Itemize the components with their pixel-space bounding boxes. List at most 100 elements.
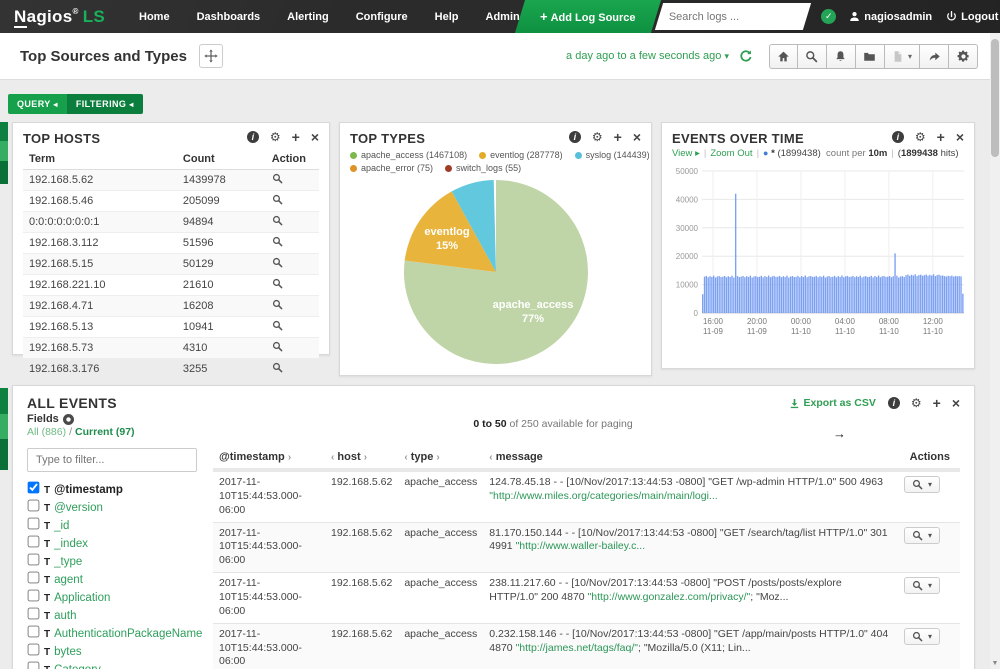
bar[interactable]: [788, 278, 789, 314]
field-checkbox[interactable]: [28, 518, 40, 530]
bar[interactable]: [953, 277, 954, 313]
bar[interactable]: [717, 277, 718, 313]
host-search-action[interactable]: [272, 362, 283, 373]
nav-item-admin[interactable]: Admin: [486, 11, 520, 23]
bar[interactable]: [955, 276, 956, 313]
bar[interactable]: [795, 277, 796, 313]
bar[interactable]: [915, 274, 916, 313]
bar[interactable]: [830, 277, 831, 313]
bar[interactable]: [740, 277, 741, 313]
bar[interactable]: [827, 277, 828, 313]
settings-button[interactable]: [949, 44, 978, 69]
bar[interactable]: [861, 278, 862, 314]
bar[interactable]: [720, 277, 721, 313]
bar[interactable]: [766, 277, 767, 313]
event-row[interactable]: 2017-11-10T15:44:53.000-06:00192.168.5.6…: [213, 470, 960, 522]
event-row[interactable]: 2017-11-10T15:44:53.000-06:00192.168.5.6…: [213, 573, 960, 624]
nav-item-dashboards[interactable]: Dashboards: [197, 11, 261, 23]
event-actions-button[interactable]: ▾: [904, 577, 940, 594]
bar[interactable]: [803, 277, 804, 313]
bar[interactable]: [777, 277, 778, 313]
field-name[interactable]: @timestamp: [54, 484, 123, 496]
legend-item-syslog[interactable]: syslog (144439): [575, 149, 650, 162]
view-menu[interactable]: View ▸: [672, 148, 700, 159]
bar[interactable]: [834, 276, 835, 313]
field-name[interactable]: Application: [54, 592, 110, 604]
message-link[interactable]: "http://www.waller-bailey.c...: [516, 540, 646, 552]
bar[interactable]: [874, 276, 875, 313]
bar[interactable]: [775, 277, 776, 313]
column-header-count[interactable]: Count: [177, 150, 266, 170]
search-button[interactable]: [798, 44, 827, 69]
bar[interactable]: [786, 276, 787, 313]
bar[interactable]: [751, 278, 752, 314]
event-actions-button[interactable]: ▾: [904, 527, 940, 544]
logout-button[interactable]: Logout: [946, 11, 998, 23]
panel-info-icon[interactable]: i: [892, 131, 904, 143]
bar[interactable]: [949, 276, 950, 313]
nav-item-alerting[interactable]: Alerting: [287, 11, 329, 23]
host-search-action[interactable]: [272, 173, 283, 184]
bar[interactable]: [854, 277, 855, 313]
bar[interactable]: [722, 277, 723, 313]
panel-close-icon[interactable]: ×: [633, 131, 641, 143]
refresh-icon[interactable]: [739, 49, 753, 63]
field-name[interactable]: _index: [54, 538, 88, 550]
event-actions-button[interactable]: ▾: [904, 628, 940, 645]
bar[interactable]: [770, 277, 771, 313]
fields-toggle-icon[interactable]: [63, 414, 74, 425]
bar[interactable]: [731, 276, 732, 313]
events-bar-chart[interactable]: 0100002000030000400005000016:0011-0920:0…: [672, 163, 968, 341]
nav-item-configure[interactable]: Configure: [356, 11, 408, 23]
host-search-action[interactable]: [272, 320, 283, 331]
share-button[interactable]: [920, 44, 949, 69]
host-search-action[interactable]: [272, 194, 283, 205]
bar[interactable]: [823, 276, 824, 313]
bar[interactable]: [927, 276, 928, 313]
bar[interactable]: [959, 276, 960, 313]
bar[interactable]: [761, 276, 762, 313]
bar[interactable]: [702, 294, 703, 313]
field-name[interactable]: @version: [54, 502, 103, 514]
bar[interactable]: [704, 277, 705, 313]
bar[interactable]: [825, 278, 826, 314]
panel-add-icon[interactable]: +: [614, 131, 622, 143]
host-search-action[interactable]: [272, 215, 283, 226]
bar[interactable]: [836, 277, 837, 313]
column-header-timestamp[interactable]: @timestamp ›: [213, 448, 325, 470]
legend-item-apache_access[interactable]: apache_access (1467108): [350, 149, 467, 162]
bar[interactable]: [733, 278, 734, 314]
bar[interactable]: [926, 275, 927, 313]
bar[interactable]: [790, 277, 791, 313]
bar[interactable]: [960, 276, 961, 313]
panel-settings-icon[interactable]: ⚙: [915, 131, 926, 143]
bar[interactable]: [757, 277, 758, 313]
host-search-action[interactable]: [272, 278, 283, 289]
bar[interactable]: [797, 276, 798, 313]
next-page-arrow[interactable]: →: [833, 426, 846, 441]
field-name[interactable]: auth: [54, 610, 76, 622]
field-checkbox[interactable]: [28, 644, 40, 656]
bar[interactable]: [931, 276, 932, 313]
bar[interactable]: [839, 277, 840, 313]
move-column-right-icon[interactable]: ›: [364, 452, 367, 463]
bar[interactable]: [876, 277, 877, 313]
move-column-left-icon[interactable]: ‹: [331, 452, 334, 463]
bar[interactable]: [806, 277, 807, 313]
field-filter-input[interactable]: [27, 448, 197, 472]
panel-add-icon[interactable]: +: [937, 131, 945, 143]
bar[interactable]: [838, 276, 839, 313]
bar[interactable]: [878, 276, 879, 313]
bar[interactable]: [805, 276, 806, 313]
bar[interactable]: [872, 277, 873, 313]
panel-settings-icon[interactable]: ⚙: [270, 131, 281, 143]
save-dashboard-button[interactable]: ▾: [885, 44, 920, 69]
collapsed-panel-tab-top[interactable]: [0, 122, 8, 184]
bar[interactable]: [843, 277, 844, 313]
bar[interactable]: [940, 276, 941, 313]
bar[interactable]: [911, 275, 912, 313]
bar[interactable]: [869, 277, 870, 313]
bar[interactable]: [867, 277, 868, 313]
bar[interactable]: [724, 276, 725, 313]
bar[interactable]: [779, 276, 780, 313]
